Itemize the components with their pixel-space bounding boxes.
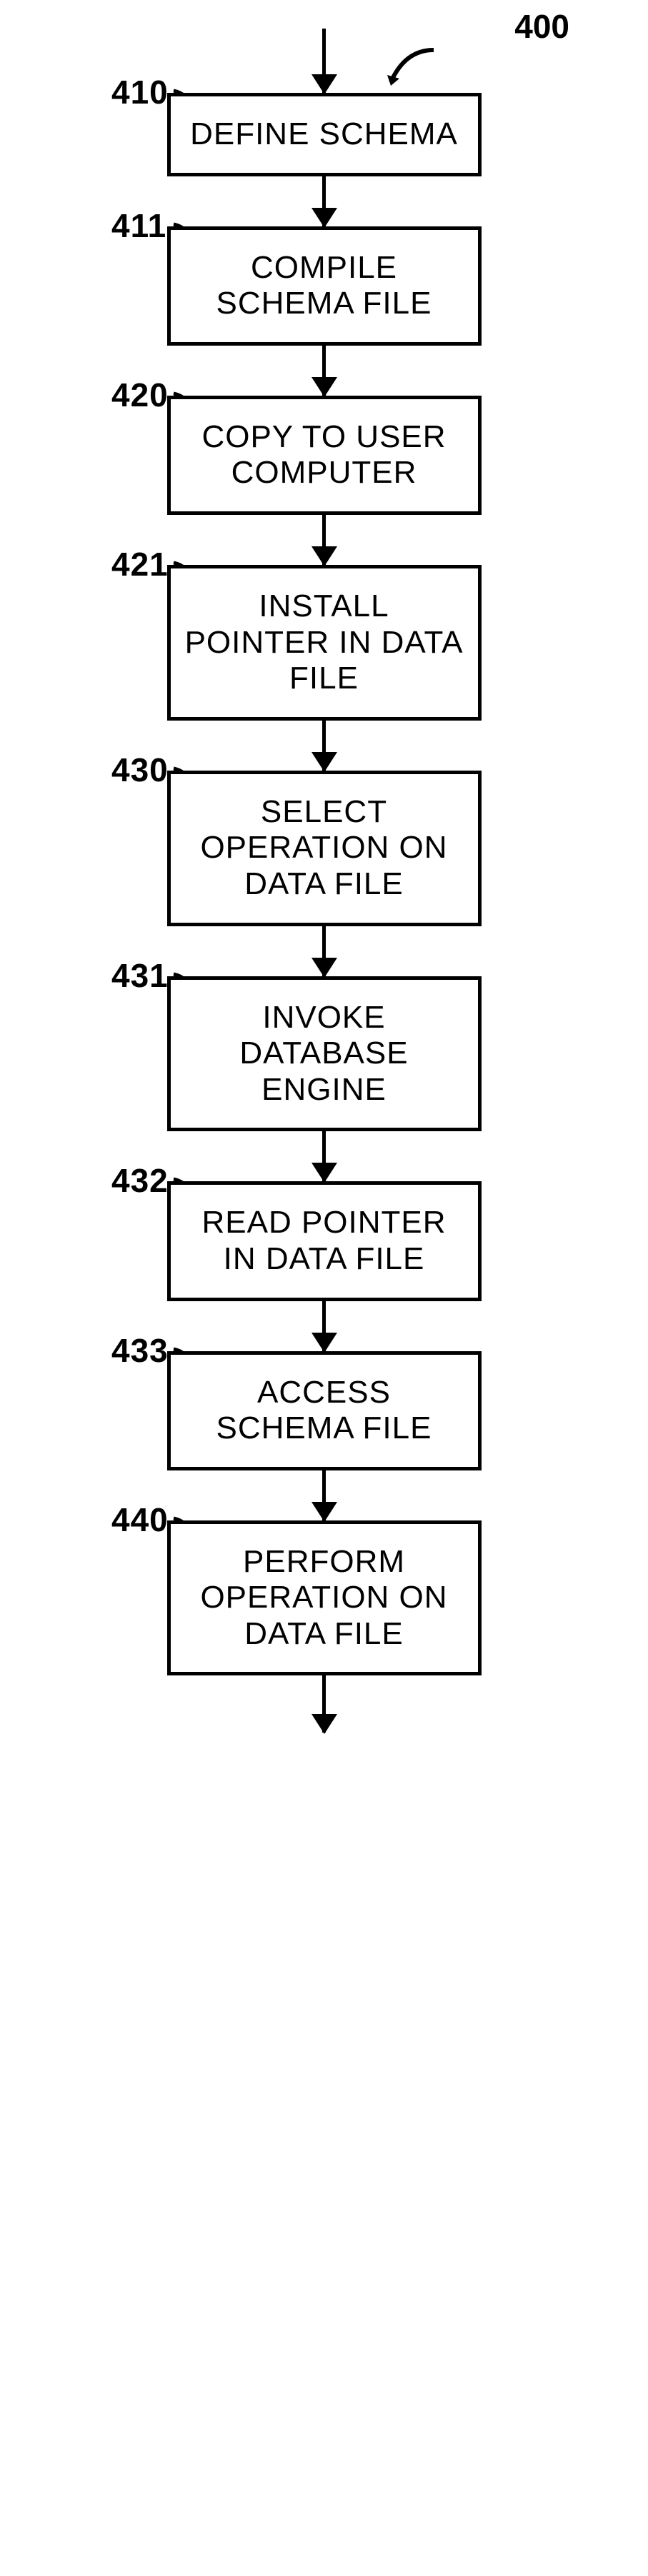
- step-box: SELECT OPERATION ON DATA FILE: [167, 771, 482, 926]
- step-label: 440: [111, 1500, 169, 1539]
- step-box: PERFORM OPERATION ON DATA FILE: [167, 1520, 482, 1676]
- step-box: COPY TO USER COMPUTER: [167, 396, 482, 515]
- arrow: [322, 346, 326, 396]
- step-box: INVOKE DATABASE ENGINE: [167, 976, 482, 1132]
- step-label: 433: [111, 1331, 169, 1370]
- arrow: [322, 1675, 326, 1733]
- arrow: [322, 926, 326, 976]
- step-box: READ POINTER IN DATA FILE: [167, 1181, 482, 1300]
- step-box: DEFINE SCHEMA: [167, 93, 482, 176]
- arrow: [322, 29, 326, 93]
- diagram-id: 400: [514, 7, 569, 46]
- step-label: 432: [111, 1161, 169, 1200]
- arrow: [322, 176, 326, 226]
- arrow: [322, 1470, 326, 1520]
- arrow: [322, 1301, 326, 1351]
- step-label: 431: [111, 956, 169, 995]
- flowchart: 400 410 DEFINE SCHEMA 411 COMPILE SCHEMA…: [43, 29, 605, 1733]
- step-label: 430: [111, 751, 169, 789]
- step-label: 420: [111, 376, 169, 414]
- step-label: 410: [111, 73, 169, 111]
- arrow: [322, 1131, 326, 1181]
- step-label: 421: [111, 545, 169, 583]
- step-label: 411: [111, 206, 166, 245]
- step-box: COMPILE SCHEMA FILE: [167, 226, 482, 346]
- arrow: [322, 515, 326, 565]
- step-box: ACCESS SCHEMA FILE: [167, 1351, 482, 1470]
- step-box: INSTALL POINTER IN DATA FILE: [167, 565, 482, 721]
- arrow: [322, 721, 326, 771]
